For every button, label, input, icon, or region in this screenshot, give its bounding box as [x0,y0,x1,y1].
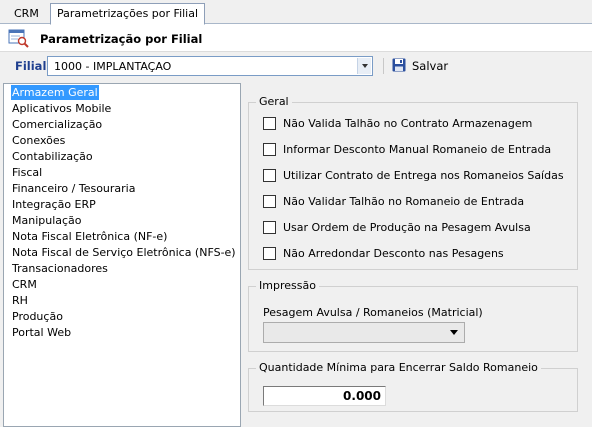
list-item-contabilizacao[interactable]: Contabilização [12,149,93,164]
list-item-producao[interactable]: Produção [12,309,63,324]
pesagem-avulsa-label: Pesagem Avulsa / Romaneios (Matricial) [263,306,483,319]
filial-value: 1000 - IMPLANTAÇAO [54,60,172,73]
category-list[interactable]: Armazem Geral Aplicativos Mobile Comerci… [3,83,241,427]
pesagem-avulsa-dropdown[interactable] [263,322,465,343]
main-content: Parametrização por Filial Filial 1000 - … [0,24,592,427]
tab-crm[interactable]: CRM [8,4,45,24]
impressao-group-title: Impressão [256,279,319,292]
list-item-comercializacao[interactable]: Comercialização [12,117,102,132]
list-item-manipulacao[interactable]: Manipulação [12,213,82,228]
checkbox[interactable] [263,169,276,182]
tab-parametrizacoes-por-filial[interactable]: Parametrizações por Filial [50,3,206,25]
checkbox[interactable] [263,143,276,156]
filial-label: Filial [15,59,47,73]
list-item-crm[interactable]: CRM [12,277,37,292]
report-search-icon [8,29,30,49]
checkbox[interactable] [263,221,276,234]
option-label: Não Validar Talhão no Romaneio de Entrad… [283,195,525,208]
list-item-fiscal[interactable]: Fiscal [12,165,42,180]
page-header: Parametrização por Filial [0,24,592,52]
quantidade-group-title: Quantidade Mínima para Encerrar Saldo Ro… [256,361,541,374]
option-label: Não Arredondar Desconto nas Pesagens [283,247,504,260]
filial-dropdown[interactable]: 1000 - IMPLANTAÇAO [47,56,373,76]
option-label: Não Valida Talhão no Contrato Armazenage… [283,117,533,130]
list-item-financeiro-tesouraria[interactable]: Financeiro / Tesouraria [12,181,135,196]
option-label: Utilizar Contrato de Entrega nos Romanei… [283,169,564,182]
toolbar-separator [383,58,384,74]
floppy-disk-icon [392,58,406,72]
chevron-down-icon[interactable] [450,330,458,335]
checkbox[interactable] [263,247,276,260]
checkbox[interactable] [263,117,276,130]
chevron-down-icon[interactable] [357,58,371,74]
list-item-rh[interactable]: RH [12,293,28,308]
list-item-portal-web[interactable]: Portal Web [12,325,71,340]
list-item-conexoes[interactable]: Conexões [12,133,65,148]
list-item-nfse[interactable]: Nota Fiscal de Serviço Eletrônica (NFS-e… [12,245,236,260]
list-item-integracao-erp[interactable]: Integração ERP [12,197,96,212]
list-item-transacionadores[interactable]: Transacionadores [12,261,108,276]
tab-bar: CRM Parametrizações por Filial [0,0,592,25]
option-label: Informar Desconto Manual Romaneio de Ent… [283,143,552,156]
geral-group: Geral Não Valida Talhão no Contrato Arma… [248,95,578,270]
list-item-aplicativos-mobile[interactable]: Aplicativos Mobile [12,101,111,116]
list-item-nfe[interactable]: Nota Fiscal Eletrônica (NF-e) [12,229,167,244]
impressao-group: Impressão Pesagem Avulsa / Romaneios (Ma… [248,279,578,352]
page-title: Parametrização por Filial [40,32,203,46]
quantidade-group: Quantidade Mínima para Encerrar Saldo Ro… [248,361,578,412]
geral-group-title: Geral [256,95,292,108]
option-label: Usar Ordem de Produção na Pesagem Avulsa [283,221,531,234]
quantidade-minima-input[interactable]: 0.000 [263,386,386,406]
save-label: Salvar [412,59,449,73]
checkbox[interactable] [263,195,276,208]
list-item-armazem-geral[interactable]: Armazem Geral [11,85,99,100]
